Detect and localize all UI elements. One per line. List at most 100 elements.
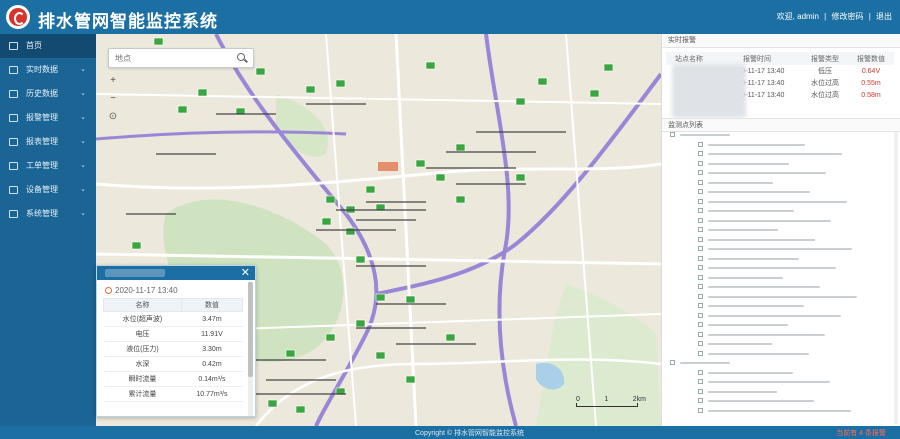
checkbox[interactable] (698, 379, 703, 384)
table-row: 电压 11.91V (103, 326, 243, 342)
tree-item[interactable] (662, 320, 897, 330)
sidebar-item-realtime[interactable]: 实时数据 ⌄ (0, 58, 96, 82)
checkbox[interactable] (698, 293, 703, 299)
checkbox[interactable] (698, 284, 703, 289)
checkbox[interactable] (698, 322, 703, 327)
checkbox[interactable] (698, 170, 703, 175)
tree-item[interactable] (662, 140, 897, 150)
tree-item[interactable] (662, 311, 897, 321)
app-header: 排水管网智能监控系统 欢迎, admin | 修改密码 | 退出 (0, 0, 900, 34)
map-search-box[interactable] (108, 48, 254, 68)
checkbox[interactable] (698, 208, 703, 213)
scale-label: 0 (576, 396, 580, 403)
checkbox[interactable] (698, 331, 703, 337)
monitor-icon (9, 66, 18, 74)
map-search-input[interactable] (109, 49, 229, 67)
tree-item[interactable] (662, 244, 897, 254)
alarm-count-text[interactable]: 当前有 4 条报警 (836, 428, 886, 438)
logout-link[interactable]: 退出 (876, 12, 892, 21)
checkbox[interactable] (698, 388, 703, 394)
tree-item[interactable] (662, 178, 897, 188)
tree-item-label (708, 153, 842, 155)
search-icon[interactable] (237, 53, 245, 61)
tree-scrollbar[interactable] (894, 132, 898, 424)
change-password-link[interactable]: 修改密码 (831, 12, 863, 21)
tree-item[interactable] (662, 216, 897, 226)
expand-icon[interactable] (670, 360, 675, 365)
tree-item-label (708, 305, 804, 307)
tree-item[interactable] (662, 282, 897, 292)
tree-item[interactable] (662, 206, 897, 216)
home-icon (9, 42, 18, 50)
checkbox[interactable] (698, 255, 703, 261)
checkbox[interactable] (698, 341, 703, 346)
checkbox[interactable] (698, 369, 703, 375)
tree-item[interactable] (662, 273, 897, 283)
tree-item[interactable] (662, 149, 897, 159)
popup-scrollbar[interactable] (248, 282, 253, 416)
sidebar-item-report[interactable]: 报表管理 ⌄ (0, 130, 96, 154)
tree-item-label (708, 229, 778, 231)
sidebar-item-device[interactable]: 设备管理 ⌄ (0, 178, 96, 202)
tree-item[interactable] (662, 377, 897, 387)
tree-item-label (680, 134, 730, 136)
sidebar-item-alarm[interactable]: 报警管理 ⌄ (0, 106, 96, 130)
checkbox[interactable] (698, 141, 703, 147)
tree-item[interactable] (662, 130, 897, 140)
tree-item[interactable] (662, 358, 897, 368)
close-icon[interactable]: ✕ (241, 266, 250, 280)
station-tree[interactable] (662, 130, 897, 426)
sidebar-item-label: 系统管理 (26, 209, 58, 218)
checkbox[interactable] (698, 407, 703, 413)
tree-item-label (708, 371, 793, 374)
tree-item[interactable] (662, 396, 897, 406)
checkbox[interactable] (698, 246, 703, 251)
locate-icon[interactable]: ⊙ (106, 108, 120, 126)
tree-item[interactable] (662, 301, 897, 311)
tree-item[interactable] (662, 254, 897, 264)
tree-item[interactable] (662, 263, 897, 273)
checkbox[interactable] (698, 160, 703, 166)
tree-item[interactable] (662, 187, 897, 197)
tree-item[interactable] (662, 406, 897, 416)
sidebar-item-workorder[interactable]: 工单管理 ⌄ (0, 154, 96, 178)
tree-item[interactable] (662, 339, 897, 349)
checkbox[interactable] (698, 217, 703, 223)
checkbox[interactable] (698, 151, 703, 156)
clock-icon (105, 287, 112, 294)
tree-item[interactable] (662, 387, 897, 397)
zoom-out-button[interactable]: − (106, 90, 120, 108)
checkbox[interactable] (698, 189, 703, 194)
tree-item[interactable] (662, 225, 897, 235)
sidebar-item-system[interactable]: 系统管理 ⌄ (0, 202, 96, 226)
checkbox[interactable] (698, 350, 703, 356)
checkbox[interactable] (698, 274, 703, 280)
station-info-popup: ✕ 2020-11-17 13:40 名称 数值 水位(超声波) 3.47m 电压… (96, 265, 256, 417)
expand-icon[interactable] (670, 132, 675, 137)
popup-header: ✕ (97, 266, 255, 280)
tree-item[interactable] (662, 292, 897, 302)
sidebar-item-home[interactable]: 首页 (0, 34, 96, 58)
tree-item[interactable] (662, 168, 897, 178)
checkbox[interactable] (698, 312, 703, 318)
tree-item[interactable] (662, 368, 897, 378)
checkbox[interactable] (698, 265, 703, 270)
tree-item[interactable] (662, 330, 897, 340)
zoom-in-button[interactable]: + (106, 72, 120, 90)
checkbox[interactable] (698, 198, 703, 204)
alarm-panel-title: 实时报警 (662, 34, 900, 48)
checkbox[interactable] (698, 303, 703, 308)
checkbox[interactable] (698, 398, 703, 403)
checkbox[interactable] (698, 179, 703, 185)
tree-item[interactable] (662, 159, 897, 169)
checkbox[interactable] (698, 236, 703, 242)
tree-item[interactable] (662, 235, 897, 245)
tree-item[interactable] (662, 197, 897, 207)
table-row: 水深 0.42m (103, 356, 243, 372)
sidebar-item-history[interactable]: 历史数据 ⌄ (0, 82, 96, 106)
tree-item[interactable] (662, 349, 897, 359)
popup-timestamp: 2020-11-17 13:40 (105, 286, 178, 295)
scale-label: 1 (604, 396, 609, 403)
zoom-control: + − ⊙ (106, 72, 120, 126)
checkbox[interactable] (698, 227, 703, 232)
